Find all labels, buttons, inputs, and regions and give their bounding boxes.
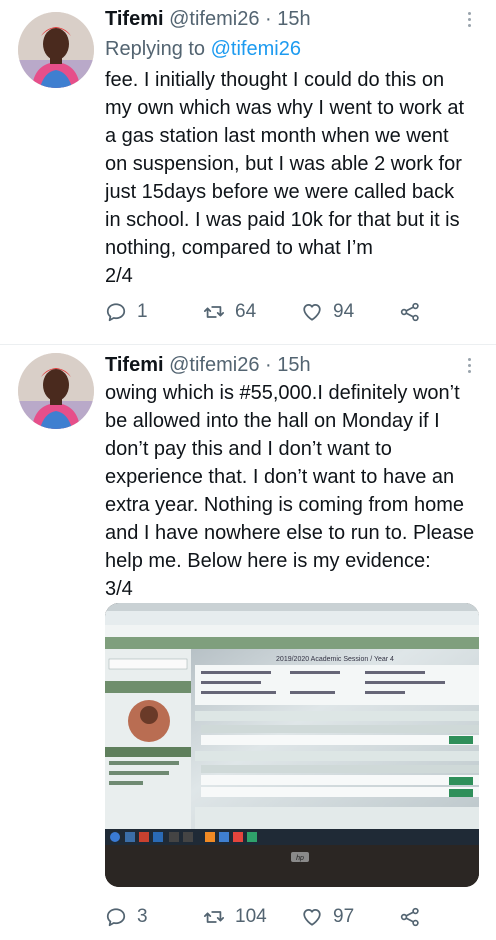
more-icon[interactable] — [466, 358, 472, 376]
like-button[interactable]: 94 — [301, 298, 354, 326]
reply-mention-link[interactable]: @tifemi26 — [211, 38, 301, 60]
retweet-icon — [203, 306, 225, 318]
reply-icon — [106, 303, 126, 322]
share-icon — [400, 907, 419, 927]
reply-count: 3 — [137, 906, 148, 927]
reply-button[interactable]: 1 — [105, 298, 148, 326]
replying-to: Replying to @tifemi26 — [105, 37, 301, 61]
retweet-button[interactable]: 64 — [203, 298, 256, 326]
share-button[interactable] — [399, 298, 431, 326]
tweet-text: fee. I initially thought I could do this… — [105, 69, 465, 287]
author-name[interactable]: Tifemi — [105, 8, 164, 30]
separator-dot: · — [265, 354, 272, 376]
hp-logo: hp — [296, 855, 304, 862]
avatar-photo — [18, 353, 94, 429]
avatar-photo — [18, 12, 94, 88]
tweet-text: owing which is #55,000.I definitely won’… — [105, 382, 475, 600]
author-handle[interactable]: @tifemi26 — [169, 8, 259, 30]
tweet-header: Tifemi @tifemi26 · 15h — [105, 353, 311, 377]
action-bar: 3 104 97 — [105, 903, 435, 931]
retweet-button[interactable]: 104 — [203, 903, 267, 931]
screen-heading: 2019/2020 Academic Session / Year 4 — [276, 656, 394, 663]
avatar[interactable] — [18, 12, 94, 88]
separator-dot: · — [265, 8, 272, 30]
timestamp[interactable]: 15h — [277, 354, 310, 376]
action-bar: 1 64 94 — [105, 298, 435, 326]
reply-prefix: Replying to — [105, 38, 206, 60]
tweet-photo[interactable]: 2019/2020 Academic Session / Year 4 hp — [105, 603, 479, 887]
retweet-count: 104 — [235, 906, 267, 927]
reply-button[interactable]: 3 — [105, 903, 148, 931]
like-count: 97 — [333, 906, 355, 927]
retweet-count: 64 — [235, 301, 257, 322]
timestamp[interactable]: 15h — [277, 8, 310, 30]
author-handle[interactable]: @tifemi26 — [169, 354, 259, 376]
tweet-header: Tifemi @tifemi26 · 15h — [105, 7, 311, 31]
tweet-2[interactable]: Tifemi @tifemi26 · 15h owing which is #5… — [0, 345, 496, 940]
like-count: 94 — [333, 301, 355, 322]
avatar[interactable] — [18, 353, 94, 429]
reply-count: 1 — [137, 301, 148, 322]
like-icon — [303, 303, 321, 321]
reply-icon — [106, 908, 126, 927]
author-name[interactable]: Tifemi — [105, 354, 164, 376]
share-button[interactable] — [399, 903, 431, 931]
tweet-1[interactable]: Tifemi @tifemi26 · 15h Replying to @tife… — [0, 0, 496, 344]
retweet-icon — [203, 911, 225, 923]
more-icon[interactable] — [466, 12, 472, 30]
laptop-screen-photo: 2019/2020 Academic Session / Year 4 hp — [105, 603, 479, 887]
share-icon — [400, 302, 419, 322]
like-icon — [303, 908, 321, 926]
like-button[interactable]: 97 — [301, 903, 354, 931]
